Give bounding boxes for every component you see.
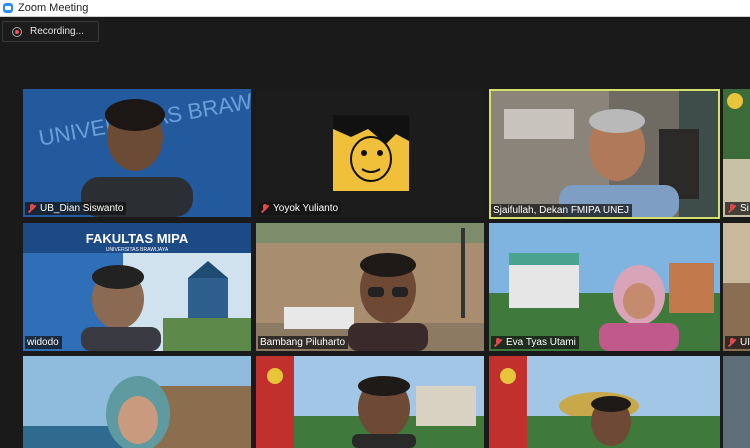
participant-name: Si (725, 202, 750, 215)
fmipa-subtitle: UNIVERSITAS BRAWIJAYA (106, 247, 169, 253)
record-icon (12, 26, 22, 37)
video-tile-partial-3[interactable] (723, 356, 750, 448)
video-tile-yoyok[interactable]: Yoyok Yulianto (256, 89, 484, 217)
video-tile-row3-2[interactable] (256, 356, 484, 448)
participant-name: Bambang Piluharto (258, 336, 349, 349)
recording-indicator[interactable]: Recording... (2, 21, 99, 42)
video-feed (256, 89, 484, 217)
video-feed (256, 356, 484, 448)
video-tile-dian[interactable]: UNIVERSITAS BRAWIJAYA UB_Dian Siswanto (23, 89, 251, 217)
video-feed (723, 89, 750, 217)
participant-name: widodo (25, 336, 62, 349)
video-feed (489, 356, 720, 448)
video-feed: UNIVERSITAS BRAWIJAYA (23, 89, 251, 217)
video-feed (489, 89, 720, 219)
video-feed (23, 356, 251, 448)
fmipa-title: FAKULTAS MIPA (86, 231, 189, 246)
video-tile-partial-2[interactable]: UI (723, 223, 750, 351)
participant-name: Eva Tyas Utami (491, 336, 579, 349)
window-title: Zoom Meeting (18, 2, 89, 14)
video-tile-sjaifullah[interactable]: Sjaifullah, Dekan FMIPA UNEJ (489, 89, 720, 219)
video-feed (723, 223, 750, 351)
video-tile-widodo[interactable]: FAKULTAS MIPA UNIVERSITAS BRAWIJAYA wido… (23, 223, 251, 351)
recording-label: Recording... (30, 26, 84, 37)
mic-muted-icon (727, 203, 737, 214)
participant-name: Sjaifullah, Dekan FMIPA UNEJ (491, 204, 632, 217)
mic-muted-icon (727, 337, 737, 348)
participant-name: Yoyok Yulianto (258, 202, 342, 215)
video-feed (723, 356, 750, 448)
video-feed (489, 223, 720, 351)
video-tile-bambang[interactable]: Bambang Piluharto (256, 223, 484, 351)
video-tile-partial-1[interactable]: Si (723, 89, 750, 217)
mic-muted-icon (260, 203, 270, 214)
video-tile-row3-1[interactable] (23, 356, 251, 448)
zoom-logo-icon (3, 3, 13, 13)
mic-muted-icon (493, 337, 503, 348)
meeting-stage: Recording... UNIVERSITAS BRAWIJAYA UB_Di… (0, 17, 750, 448)
video-feed: FAKULTAS MIPA UNIVERSITAS BRAWIJAYA (23, 223, 251, 351)
video-feed (256, 223, 484, 351)
video-tile-eva[interactable]: Eva Tyas Utami (489, 223, 720, 351)
participant-name: UI (725, 336, 750, 349)
mic-muted-icon (27, 203, 37, 214)
participant-name: UB_Dian Siswanto (25, 202, 127, 215)
title-bar: Zoom Meeting (0, 0, 750, 17)
video-tile-row3-3[interactable] (489, 356, 720, 448)
